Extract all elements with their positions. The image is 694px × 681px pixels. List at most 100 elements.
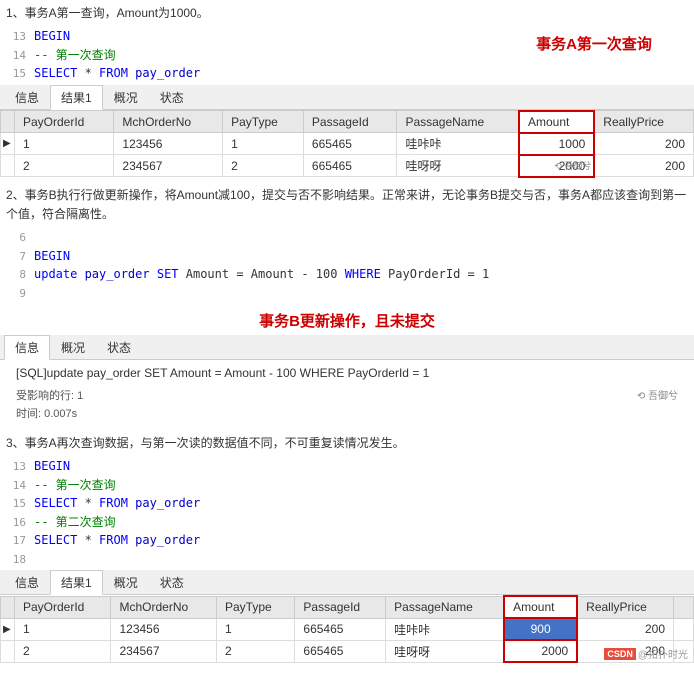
tab-status[interactable]: 状态 <box>149 85 195 109</box>
code-token: -- 第一次查询 <box>34 476 116 494</box>
section1-tabbar: 信息 结果1 概况 状态 <box>0 85 694 110</box>
cell-payorderid: 1 <box>15 133 114 155</box>
affected-rows: 受影响的行: 1 ⟲ 吾御兮 <box>8 386 686 404</box>
line-num: 9 <box>6 286 34 303</box>
code-token: FROM <box>99 531 128 549</box>
undo-icon2: ⟲ 吾御兮 <box>637 387 678 403</box>
line-num: 17 <box>6 533 34 550</box>
col-header-passagename: PassageName <box>397 111 519 133</box>
code-token: WHERE <box>345 265 381 283</box>
col-header-amount: Amount <box>519 111 594 133</box>
code-token <box>34 284 41 302</box>
section1: 1、事务A第一查询，Amount为1000。 13 BEGIN 14 -- 第一… <box>0 0 694 178</box>
cell-mchorderno: 123456 <box>111 618 217 640</box>
col-header-passageid: PassageId <box>303 111 397 133</box>
line-num: 18 <box>6 552 34 569</box>
section2-desc: 2、事务B执行行做更新操作，将Amount减100，提交与否不影响结果。正常来讲… <box>0 182 694 226</box>
code-token: pay_order <box>128 64 200 82</box>
section2-result: [SQL]update pay_order SET Amount = Amoun… <box>0 360 694 426</box>
tab-result1[interactable]: 结果1 <box>50 85 103 110</box>
cell-mchorderno: 234567 <box>111 640 217 662</box>
code-token: SELECT <box>34 531 77 549</box>
code-token: pay_order <box>128 531 200 549</box>
row-arrow: ▶ <box>1 618 15 640</box>
col-header-paytype: PayType <box>223 111 304 133</box>
section1-table: PayOrderId MchOrderNo PayType PassageId … <box>0 110 694 178</box>
cell-payorderid: 1 <box>15 618 111 640</box>
cell-amount: 2000 <box>504 640 577 662</box>
line-num: 15 <box>6 496 34 513</box>
cell-reallyprice: 200 <box>577 618 673 640</box>
row-arrow <box>1 640 15 662</box>
code-token: pay_order <box>77 265 156 283</box>
cell-passagename: 哇呀呀 <box>397 155 519 177</box>
code-token: update <box>34 265 77 283</box>
table-row: 2 234567 2 665465 哇呀呀 2000 200 <box>1 640 694 662</box>
sql-line: [SQL]update pay_order SET Amount = Amoun… <box>8 364 686 382</box>
tab-overview[interactable]: 概况 <box>50 335 96 359</box>
cell-passagename: 哇呀呀 <box>386 640 504 662</box>
code-token: -- 第二次查询 <box>34 513 116 531</box>
tab-info[interactable]: 信息 <box>4 85 50 109</box>
undo-icon: ⟲ 吾御兮 <box>554 159 591 172</box>
cell-mchorderno: 123456 <box>114 133 223 155</box>
cell-reallyprice: 200 <box>594 155 693 177</box>
code-token: FROM <box>99 64 128 82</box>
section2-title: 事务B更新操作，且未提交 <box>259 306 435 333</box>
watermark-text: @拓扑时光 <box>638 646 688 661</box>
col-header-passagename: PassageName <box>386 596 504 618</box>
line-num: 15 <box>6 66 34 83</box>
col-header-extra <box>674 596 694 618</box>
tab-status[interactable]: 状态 <box>149 570 195 594</box>
code-token: PayOrderId = 1 <box>381 265 489 283</box>
col-header-passageid: PassageId <box>295 596 386 618</box>
code-token: * <box>77 531 99 549</box>
line-num: 14 <box>6 48 34 65</box>
tab-result1[interactable]: 结果1 <box>50 570 103 595</box>
col-header-payorderid: PayOrderId <box>15 596 111 618</box>
tab-info[interactable]: 信息 <box>4 570 50 594</box>
row-arrow <box>1 155 15 177</box>
table-row: 2 234567 2 665465 哇呀呀 2000 ⟲ 吾御兮 200 <box>1 155 694 177</box>
col-header-amount: Amount <box>504 596 577 618</box>
col-header-payorderid: PayOrderId <box>15 111 114 133</box>
row-arrow: ▶ <box>1 133 15 155</box>
cell-passagename: 哇咔咔 <box>386 618 504 640</box>
cell-paytype: 1 <box>216 618 294 640</box>
section3-code: 13 BEGIN 14 -- 第一次查询 15 SELECT * FROM pa… <box>0 455 694 570</box>
tab-overview[interactable]: 概况 <box>103 85 149 109</box>
code-token: SET <box>157 265 179 283</box>
line-num: 7 <box>6 249 34 266</box>
col-header-paytype: PayType <box>216 596 294 618</box>
code-token: Amount = Amount - 100 <box>179 265 345 283</box>
cell-passageid: 665465 <box>295 640 386 662</box>
cell-extra <box>674 618 694 640</box>
table-row: ▶ 1 123456 1 665465 哇咔咔 1000 200 <box>1 133 694 155</box>
col-header-arrow <box>1 596 15 618</box>
section3-table: PayOrderId MchOrderNo PayType PassageId … <box>0 595 694 663</box>
section3-table-wrapper: PayOrderId MchOrderNo PayType PassageId … <box>0 595 694 663</box>
cell-passageid: 665465 <box>295 618 386 640</box>
cell-amount: 1000 <box>519 133 594 155</box>
cell-paytype: 2 <box>216 640 294 662</box>
section3-tabbar: 信息 结果1 概况 状态 <box>0 570 694 595</box>
cell-paytype: 1 <box>223 133 304 155</box>
cell-payorderid: 2 <box>15 640 111 662</box>
code-token <box>34 550 41 568</box>
code-token: SELECT <box>34 494 77 512</box>
line-num: 16 <box>6 515 34 532</box>
section2-title-area: 事务B更新操作，且未提交 <box>0 304 694 335</box>
csdn-logo: CSDN <box>604 648 636 660</box>
section1-title: 事务A第一次查询 <box>494 25 694 56</box>
tab-overview[interactable]: 概况 <box>103 570 149 594</box>
tab-status[interactable]: 状态 <box>96 335 142 359</box>
cell-reallyprice: 200 <box>594 133 693 155</box>
tab-info[interactable]: 信息 <box>4 335 50 360</box>
cell-mchorderno: 234567 <box>114 155 223 177</box>
code-token: BEGIN <box>34 457 70 475</box>
line-num: 13 <box>6 459 34 476</box>
code-token: * <box>77 64 99 82</box>
code-token: pay_order <box>128 494 200 512</box>
line-num: 13 <box>6 29 34 46</box>
table-row: ▶ 1 123456 1 665465 哇咔咔 900 200 <box>1 618 694 640</box>
